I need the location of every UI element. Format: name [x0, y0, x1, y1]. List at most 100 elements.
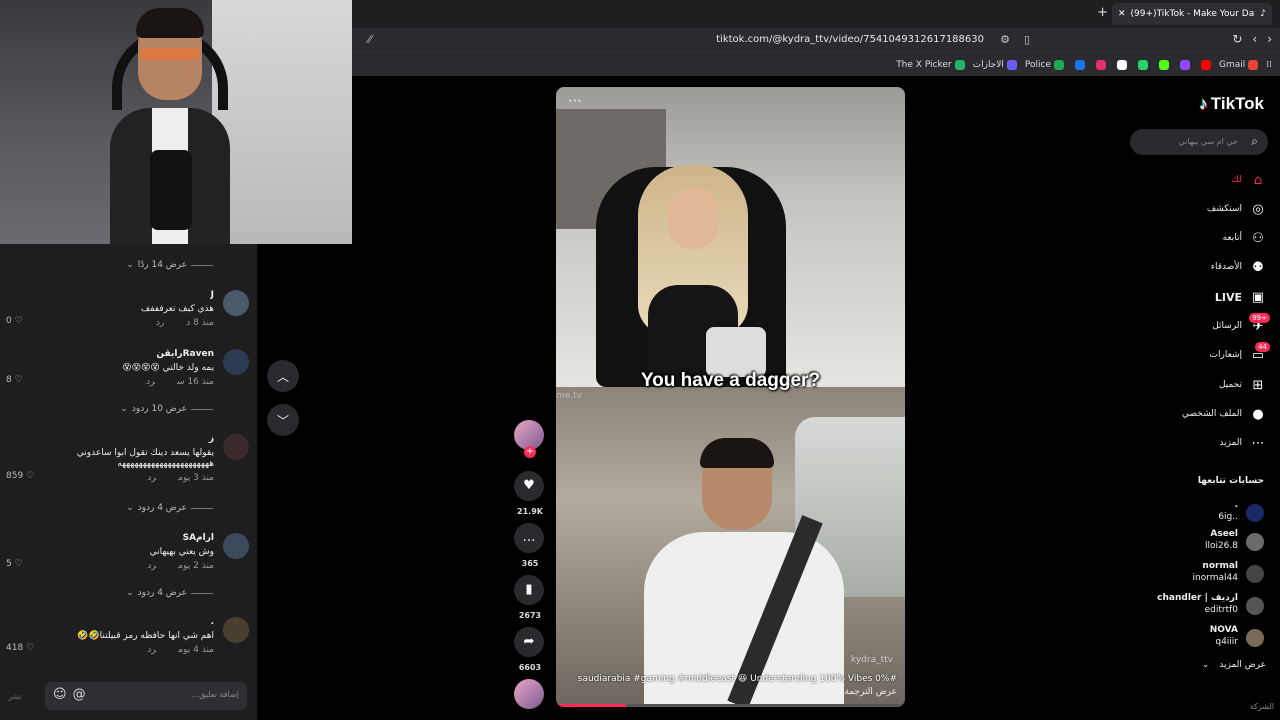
reply-button[interactable]: رد [156, 318, 164, 328]
nav-more[interactable]: ⋯ المزيد [1219, 433, 1266, 453]
commenter-avatar[interactable] [223, 349, 249, 375]
search-icon[interactable]: ⌕ [1251, 134, 1258, 149]
nav-live[interactable]: ▣ LIVE [1215, 287, 1266, 307]
bookmark-item[interactable] [1135, 59, 1148, 70]
comment-meta: منذ 4 يوم رد [125, 645, 214, 655]
bookmark-item[interactable]: The X Picker [896, 59, 965, 70]
view-replies-button[interactable]: عرض 4 ردود ⌄ [126, 503, 213, 513]
bookmark-item[interactable] [1093, 59, 1106, 70]
follow-plus-icon[interactable]: + [524, 446, 536, 458]
previous-video-button[interactable]: ︿ [267, 360, 299, 392]
reply-button[interactable]: رد [147, 645, 156, 655]
sound-avatar[interactable] [514, 679, 544, 709]
view-replies-button[interactable]: عرض 10 ردود ⌄ [120, 404, 213, 414]
bookmark-item[interactable] [1156, 59, 1169, 70]
commenter-name[interactable]: J [211, 290, 214, 300]
bookmark-favicon-icon [1075, 59, 1085, 70]
bookmark-item[interactable]: الاجازات [973, 59, 1017, 70]
mention-icon[interactable]: @ [73, 687, 86, 702]
view-replies-button[interactable]: عرض 14 ردًا ⌄ [126, 260, 213, 270]
comment-like-button[interactable]: 859 ♡ [6, 471, 34, 481]
see-more-button[interactable]: عرض المزيد ⌄ [1202, 660, 1266, 670]
tab-title: (99+)TikTok - Make Your Day [1130, 9, 1256, 19]
following-account[interactable]: chandler | ارديف editrtf0 [1130, 593, 1270, 619]
nav-activity[interactable]: ▭ 44 إشعارات [1210, 341, 1270, 365]
video-progress-bar[interactable] [556, 704, 905, 707]
tiktok-sidebar: ♪ TikTok ⌕ جي ام سي بيهاني ⌂ لك ◎ استكشف ⚇ أت… [1120, 76, 1280, 720]
forward-icon[interactable]: › [1267, 32, 1272, 46]
nav-label: LIVE [1214, 290, 1242, 304]
comment-like-button[interactable]: 8 ♡ [6, 375, 23, 385]
site-settings-icon[interactable]: ⚙ [1000, 33, 1010, 46]
commenter-name[interactable]: ز [209, 434, 214, 444]
comment-icon: … [522, 530, 536, 545]
commenter-avatar[interactable] [223, 434, 249, 460]
heart-outline-icon: ♡ [26, 471, 35, 481]
view-replies-button[interactable]: عرض 4 ردود ⌄ [126, 588, 213, 598]
reply-button[interactable]: رد [147, 561, 156, 571]
reply-button[interactable]: رد [146, 377, 155, 387]
account-handle: lloi26.8 [1204, 541, 1238, 551]
comment-text-continued: ههههههههههههههههههههههه [117, 459, 214, 469]
bookmark-item[interactable] [1198, 59, 1211, 70]
bookmark-item[interactable]: Police [1025, 59, 1064, 70]
account-handle: q4iiir [1215, 637, 1238, 647]
nav-for-you[interactable]: ⌂ لك [1232, 170, 1266, 190]
video-hashtags[interactable]: #saudiarabia #gaming #middleeast 😆 Under… [578, 674, 897, 684]
comment-like-button[interactable]: 0 ♡ [6, 316, 23, 326]
url-field[interactable]: tiktok.com/@kydra_ttv/video/754104931261… [716, 34, 984, 45]
bookmark-item[interactable] [1072, 59, 1085, 70]
address-bar: ⁄⁄ tiktok.com/@kydra_ttv/video/754104931… [352, 28, 1280, 52]
nav-messages[interactable]: ✈ 99+ الرسائل [1212, 312, 1270, 336]
bookmark-icon[interactable]: ▯ [1024, 33, 1030, 46]
following-account[interactable]: normal inormal44 [1130, 561, 1270, 587]
following-account[interactable]: NOVA q4iiir [1130, 625, 1270, 651]
tab-close-icon[interactable]: ✕ [1118, 9, 1126, 19]
extension-icon[interactable]: ⁄⁄ [368, 33, 372, 46]
following-account[interactable]: . 6ig.. [1130, 500, 1270, 526]
footer-company-link[interactable]: الشركة [1250, 702, 1274, 711]
chevron-up-icon: ︿ [276, 369, 289, 384]
nav-upload[interactable]: ⊞ تحميل [1219, 375, 1266, 395]
post-button[interactable]: نشر [8, 692, 22, 701]
nav-profile[interactable]: ● الملف الشخصي [1182, 404, 1266, 424]
commenter-avatar[interactable] [223, 533, 249, 559]
comment-like-button[interactable]: 5 ♡ [6, 559, 23, 569]
commenter-name[interactable]: Ravenرايڤن [156, 349, 214, 359]
save-button[interactable]: ▮ [514, 575, 544, 605]
like-button[interactable]: ♥ [514, 471, 544, 501]
reload-icon[interactable]: ↻ [1232, 32, 1242, 46]
commenter-name[interactable]: . [211, 617, 214, 627]
commenter-name[interactable]: ارامSA [183, 533, 214, 543]
share-button[interactable]: ➦ [514, 627, 544, 657]
bookmark-favicon-icon [1159, 59, 1169, 70]
emoji-icon[interactable]: ☺ [53, 687, 67, 702]
nav-explore[interactable]: ◎ استكشف [1207, 199, 1266, 219]
bookmark-item[interactable] [1177, 59, 1190, 70]
bookmark-item[interactable]: Gmail [1219, 59, 1259, 70]
next-video-button[interactable]: ﹀ [267, 404, 299, 436]
comment-like-button[interactable]: 418 ♡ [6, 643, 34, 653]
nav-friends[interactable]: ⚉ الأصدقاء [1211, 257, 1266, 277]
chevron-down-icon: ⌄ [1201, 660, 1210, 670]
commenter-avatar[interactable] [223, 290, 249, 316]
account-name: NOVA [1209, 625, 1238, 635]
commenter-avatar[interactable] [223, 617, 249, 643]
tiktok-logo[interactable]: ♪ TikTok [1199, 94, 1264, 114]
reply-button[interactable]: رد [147, 473, 156, 483]
comment-button[interactable]: … [514, 523, 544, 553]
following-account[interactable]: Aseel lloi26.8 [1130, 529, 1270, 555]
screen: + ✕ (99+)TikTok - Make Your Day ♪ ⁄⁄ tik… [0, 0, 1280, 720]
apps-grid-icon[interactable]: ⁞⁞ [1266, 60, 1272, 70]
bookmark-favicon-icon [1054, 59, 1064, 70]
back-icon[interactable]: ‹ [1252, 32, 1257, 46]
see-translation-link[interactable]: عرض الترجمة [844, 687, 897, 697]
tab-tiktok[interactable]: ✕ (99+)TikTok - Make Your Day ♪ [1112, 3, 1272, 25]
bookmark-item[interactable] [1114, 59, 1127, 70]
comment-input[interactable]: إضافة تعليق... ☺ @ [45, 682, 247, 710]
nav-following[interactable]: ⚇ أتابعه [1223, 228, 1266, 248]
search-input[interactable]: ⌕ جي ام سي بيهاني [1130, 129, 1268, 155]
more-options-icon[interactable]: ⋯ [568, 93, 582, 109]
video-player[interactable]: You have a dagger? ⋯ kydra_ttv #saudiara… [556, 87, 905, 707]
new-tab-icon[interactable]: + [1097, 5, 1108, 20]
